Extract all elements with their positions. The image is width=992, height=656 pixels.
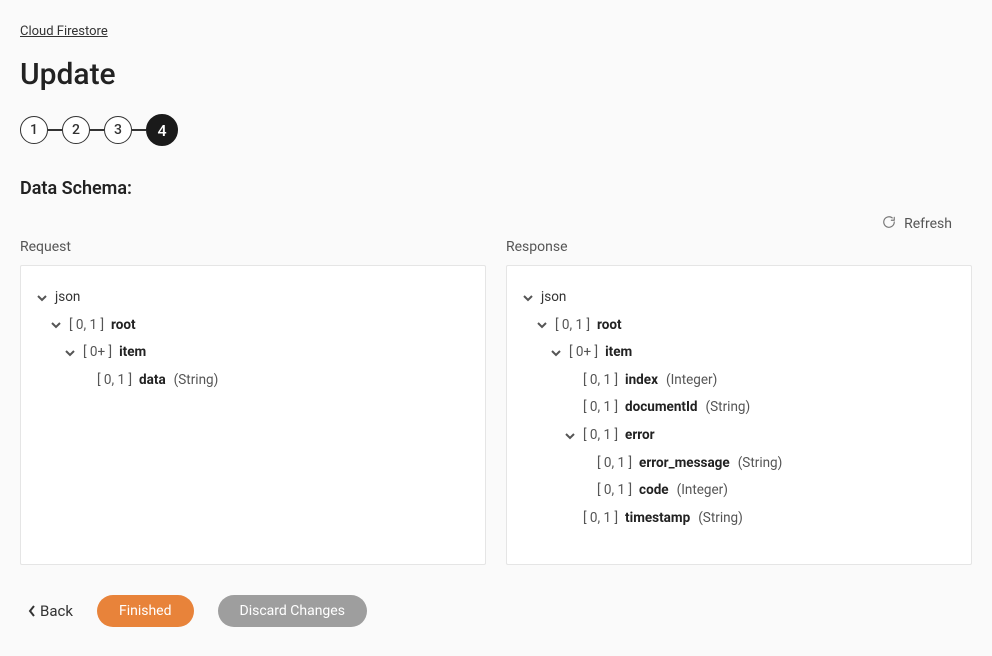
step-3[interactable]: 3 xyxy=(104,116,132,144)
tree-node-root[interactable]: [ 0, 1 ] root xyxy=(521,312,957,340)
tree-node-error[interactable]: [ 0, 1 ] error xyxy=(521,422,957,450)
tree-node-item[interactable]: [ 0+ ] item xyxy=(35,339,471,367)
back-label: Back xyxy=(40,602,73,620)
step-1[interactable]: 1 xyxy=(20,116,48,144)
tree-node-json[interactable]: json xyxy=(521,284,957,312)
refresh-label: Refresh xyxy=(904,216,952,232)
step-connector xyxy=(90,129,104,131)
node-cardinality: [ 0, 1 ] xyxy=(555,315,590,337)
finished-button[interactable]: Finished xyxy=(97,595,194,627)
request-label: Request xyxy=(20,239,486,255)
chevron-down-icon[interactable] xyxy=(63,346,77,360)
node-type: (String) xyxy=(706,397,751,419)
node-name: root xyxy=(597,315,622,337)
step-connector xyxy=(48,129,62,131)
node-cardinality: [ 0, 1 ] xyxy=(583,508,618,530)
chevron-down-icon[interactable] xyxy=(521,291,535,305)
node-name: error_message xyxy=(639,453,730,475)
node-name: error xyxy=(625,425,655,447)
request-schema-panel: json [ 0, 1 ] root [ 0+ ] item [ 0, 1 ] … xyxy=(20,265,486,565)
stepper: 1 2 3 4 xyxy=(20,114,972,146)
tree-node-index[interactable]: [ 0, 1 ] index (Integer) xyxy=(521,367,957,395)
tree-node-item[interactable]: [ 0+ ] item xyxy=(521,339,957,367)
tree-node-json[interactable]: json xyxy=(35,284,471,312)
node-cardinality: [ 0, 1 ] xyxy=(597,480,632,502)
node-type: (String) xyxy=(698,508,743,530)
node-name: timestamp xyxy=(625,508,690,530)
chevron-down-icon[interactable] xyxy=(49,318,63,332)
node-cardinality: [ 0, 1 ] xyxy=(597,453,632,475)
node-cardinality: [ 0, 1 ] xyxy=(583,425,618,447)
response-label: Response xyxy=(506,239,972,255)
node-name: documentId xyxy=(625,397,697,419)
tree-node-root[interactable]: [ 0, 1 ] root xyxy=(35,312,471,340)
step-connector xyxy=(132,129,146,131)
page-title: Update xyxy=(20,57,972,92)
node-type: (String) xyxy=(738,453,783,475)
node-name: index xyxy=(625,370,658,392)
node-type: (Integer) xyxy=(677,480,728,502)
node-type-label: json xyxy=(541,287,566,309)
breadcrumb-link[interactable]: Cloud Firestore xyxy=(20,24,108,39)
node-cardinality: [ 0, 1 ] xyxy=(583,397,618,419)
chevron-down-icon[interactable] xyxy=(549,346,563,360)
node-type: (Integer) xyxy=(666,370,717,392)
tree-node-documentid[interactable]: [ 0, 1 ] documentId (String) xyxy=(521,394,957,422)
node-cardinality: [ 0, 1 ] xyxy=(97,370,132,392)
node-type-label: json xyxy=(55,287,80,309)
section-title: Data Schema: xyxy=(20,178,972,199)
node-name: item xyxy=(605,342,632,364)
response-schema-panel: json [ 0, 1 ] root [ 0+ ] item [ 0, 1 ] … xyxy=(506,265,972,565)
node-name: root xyxy=(111,315,136,337)
chevron-left-icon xyxy=(28,605,36,617)
node-cardinality: [ 0, 1 ] xyxy=(583,370,618,392)
refresh-button[interactable]: Refresh xyxy=(882,215,952,233)
refresh-icon xyxy=(882,215,896,233)
tree-node-code[interactable]: [ 0, 1 ] code (Integer) xyxy=(521,477,957,505)
step-4[interactable]: 4 xyxy=(146,114,178,146)
tree-node-error-message[interactable]: [ 0, 1 ] error_message (String) xyxy=(521,450,957,478)
node-name: data xyxy=(139,370,166,392)
chevron-down-icon[interactable] xyxy=(535,318,549,332)
back-button[interactable]: Back xyxy=(28,602,73,620)
discard-button[interactable]: Discard Changes xyxy=(218,595,367,627)
node-name: code xyxy=(639,480,669,502)
node-type: (String) xyxy=(174,370,219,392)
node-cardinality: [ 0, 1 ] xyxy=(69,315,104,337)
node-name: item xyxy=(119,342,146,364)
node-cardinality: [ 0+ ] xyxy=(569,342,598,364)
chevron-down-icon[interactable] xyxy=(35,291,49,305)
node-cardinality: [ 0+ ] xyxy=(83,342,112,364)
tree-node-timestamp[interactable]: [ 0, 1 ] timestamp (String) xyxy=(521,505,957,533)
chevron-down-icon[interactable] xyxy=(563,429,577,443)
step-2[interactable]: 2 xyxy=(62,116,90,144)
tree-node-data[interactable]: [ 0, 1 ] data (String) xyxy=(35,367,471,395)
